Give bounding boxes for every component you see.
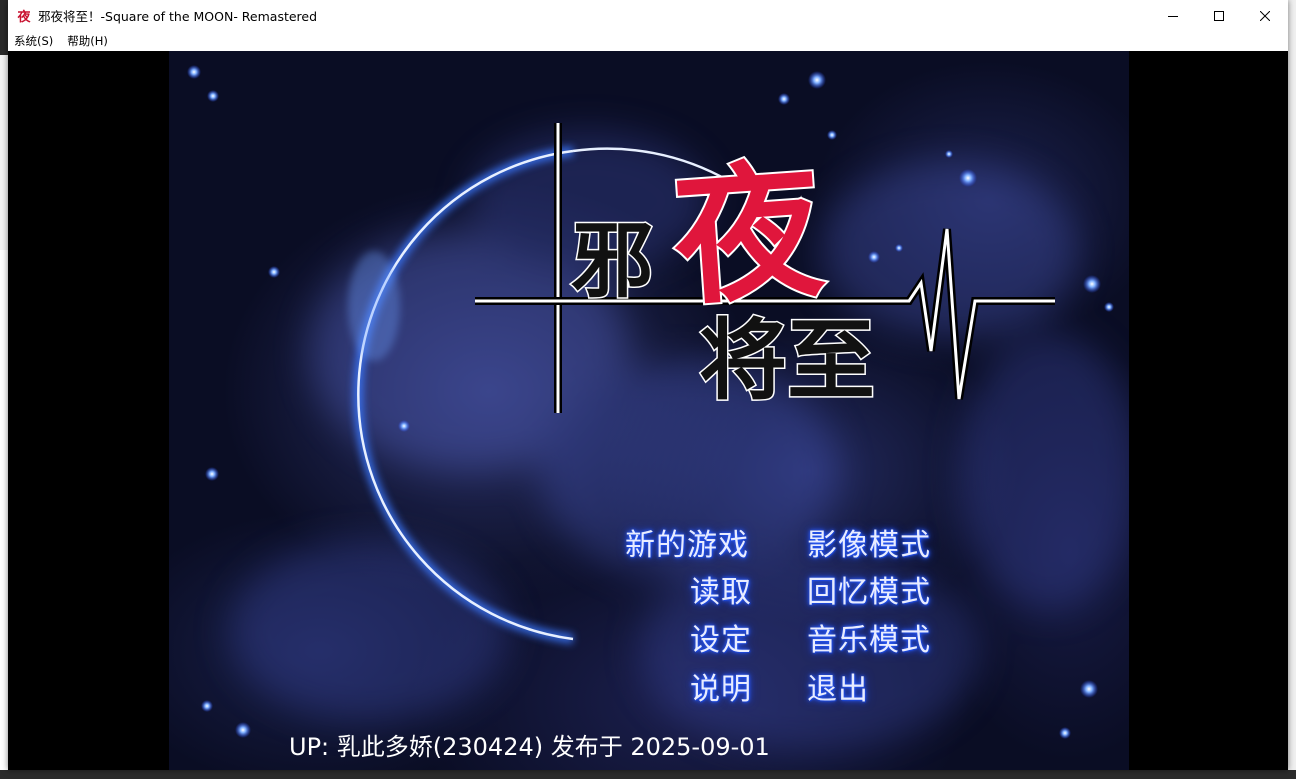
window-title: 邪夜将至！-Square of the MOON- Remastered [38,9,318,24]
window-controls [1150,0,1288,31]
menu-new-game[interactable]: 新的游戏 [625,520,749,564]
menu-bar: 系统(S) 帮助(H) [8,31,1288,52]
menu-recollection-mode[interactable]: 回忆模式 [807,567,931,611]
title-artwork: 邪 夜 将至 [187,65,1129,751]
desktop-background-left [0,0,8,779]
menu-system[interactable]: 系统(S) [8,33,60,49]
maximize-button[interactable] [1196,0,1242,31]
game-window: 夜 邪夜将至！-Square of the MOON- Remastered 系… [8,0,1288,770]
logo-subtitle: 将至 [699,308,875,412]
game-viewport[interactable]: 邪 夜 将至 新的游戏 读取 设定 说明 影像模式 回忆模式 音乐模式 退出 U… [8,51,1288,770]
menu-load[interactable]: 读取 [690,567,752,611]
desktop-background-bottom [0,770,1296,779]
menu-exit[interactable]: 退出 [807,664,869,708]
menu-gallery-mode[interactable]: 影像模式 [807,520,931,564]
app-icon: 夜 [17,10,31,25]
minimize-button[interactable] [1150,0,1196,31]
menu-settings[interactable]: 设定 [690,615,752,659]
title-bar[interactable]: 夜 邪夜将至！-Square of the MOON- Remastered [8,0,1288,31]
desktop-background-right [1288,0,1296,779]
minimize-icon [1168,15,1178,17]
maximize-icon [1214,10,1224,21]
menu-help[interactable]: 帮助(H) [60,33,115,49]
menu-instructions[interactable]: 说明 [690,664,752,708]
logo-char-2: 夜 [667,142,829,326]
logo-char-1: 邪 [571,213,653,309]
menu-music-mode[interactable]: 音乐模式 [807,615,931,659]
title-screen: 邪 夜 将至 新的游戏 读取 设定 说明 影像模式 回忆模式 音乐模式 退出 U… [169,51,1129,770]
close-icon [1260,10,1270,21]
uploader-caption: UP: 乳此多娇(230424) 发布于 2025-09-01 [289,733,770,761]
close-button[interactable] [1242,0,1288,31]
